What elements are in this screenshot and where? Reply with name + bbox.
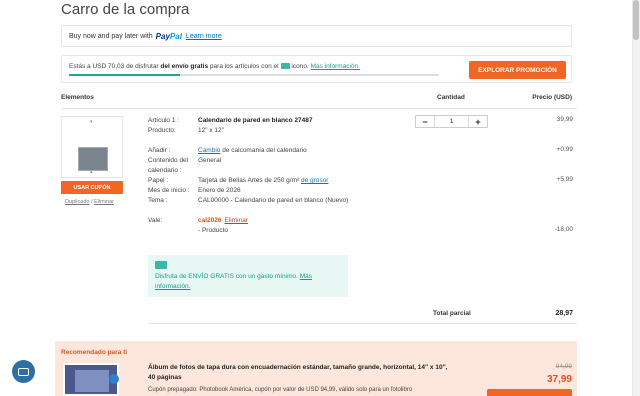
scrollbar-thumb[interactable] [633, 0, 639, 40]
recommended-product-name[interactable]: Álbum de fotos de tapa dura con encuader… [148, 363, 448, 382]
paypal-logo: PayPal [155, 31, 182, 41]
shipping-progress-fill [69, 74, 180, 76]
paper-price: +5,99 [556, 176, 573, 183]
use-coupon-button[interactable]: USAR CUPÓN [61, 181, 123, 194]
paypal-text: Buy now and pay later with [69, 32, 153, 40]
chat-button[interactable] [12, 360, 35, 383]
cart-table-header: Elementos Cantidad Precio (USD) [61, 89, 577, 109]
calendar-image [78, 147, 108, 171]
free-shipping-promo: Disfruta de ENVÍO GRATIS con un gasto mí… [148, 255, 348, 297]
truck-icon [281, 63, 291, 70]
old-price: 94,99 [555, 363, 572, 370]
col-elements: Elementos [61, 94, 94, 101]
quantity-value[interactable]: 1 [434, 116, 469, 127]
subtotal-value: 28,97 [555, 310, 573, 317]
page-title: Carro de la compra [61, 1, 190, 18]
recommended-title: Recomendado para ti [61, 349, 128, 356]
subtotal-label: Total parcial [433, 310, 471, 317]
chat-icon [18, 367, 29, 376]
shipping-progress-bar [69, 74, 439, 76]
voucher-price: -18,00 [554, 226, 573, 233]
remove-item-link[interactable]: Eliminar [94, 199, 114, 205]
paypal-learn-more-link[interactable]: Learn more [186, 33, 222, 40]
chevron-down-icon[interactable]: ▴ [90, 169, 93, 175]
free-shipping-banner: Estás a USD 70,03 de disfrutar del envío… [61, 55, 572, 83]
change-decal-link[interactable]: Cambio [198, 147, 220, 154]
product-thumbnail[interactable]: ▾ ▴ [61, 116, 123, 178]
paper-thickness-link[interactable]: de grosor [301, 177, 328, 184]
decrease-quantity-button[interactable]: − [416, 116, 434, 127]
quantity-stepper[interactable]: − 1 + [415, 115, 488, 128]
col-quantity: Cantidad [437, 94, 465, 101]
voucher-code: cal2026 [198, 217, 222, 224]
recommended-section: Recomendado para ti Álbum de fotos de ta… [55, 341, 577, 396]
shipping-more-info-link[interactable]: Más información. [311, 63, 361, 70]
item-actions: Duplicado / Eliminar [65, 199, 114, 205]
left-gutter [0, 0, 40, 396]
col-price: Precio (USD) [532, 94, 572, 101]
duplicate-link[interactable]: Duplicado [65, 199, 89, 205]
divider [148, 323, 577, 324]
promo-text: Disfruta de ENVÍO GRATIS con un gasto mí… [155, 273, 313, 290]
new-price: 37,99 [546, 374, 572, 385]
article-price: 39,99 [556, 116, 573, 123]
add-price: +0,99 [556, 146, 573, 153]
increase-quantity-button[interactable]: + [469, 116, 487, 127]
scrollbar[interactable] [632, 0, 640, 396]
recommended-product-desc: Cupón prepagado: Photobook America, cupó… [148, 387, 413, 393]
add-to-cart-button[interactable] [487, 389, 572, 396]
paypal-banner: Buy now and pay later with PayPal Learn … [61, 25, 572, 47]
remove-voucher-link[interactable]: Eliminar [225, 217, 248, 224]
explore-promotion-button[interactable]: EXPLORAR PROMOCIÓN [469, 61, 566, 79]
free-shipping-text: Estás a USD 70,03 de disfrutar del envío… [69, 63, 361, 70]
chevron-up-icon[interactable]: ▾ [90, 119, 93, 125]
badge-icon [109, 374, 119, 384]
truck-icon [155, 261, 167, 269]
